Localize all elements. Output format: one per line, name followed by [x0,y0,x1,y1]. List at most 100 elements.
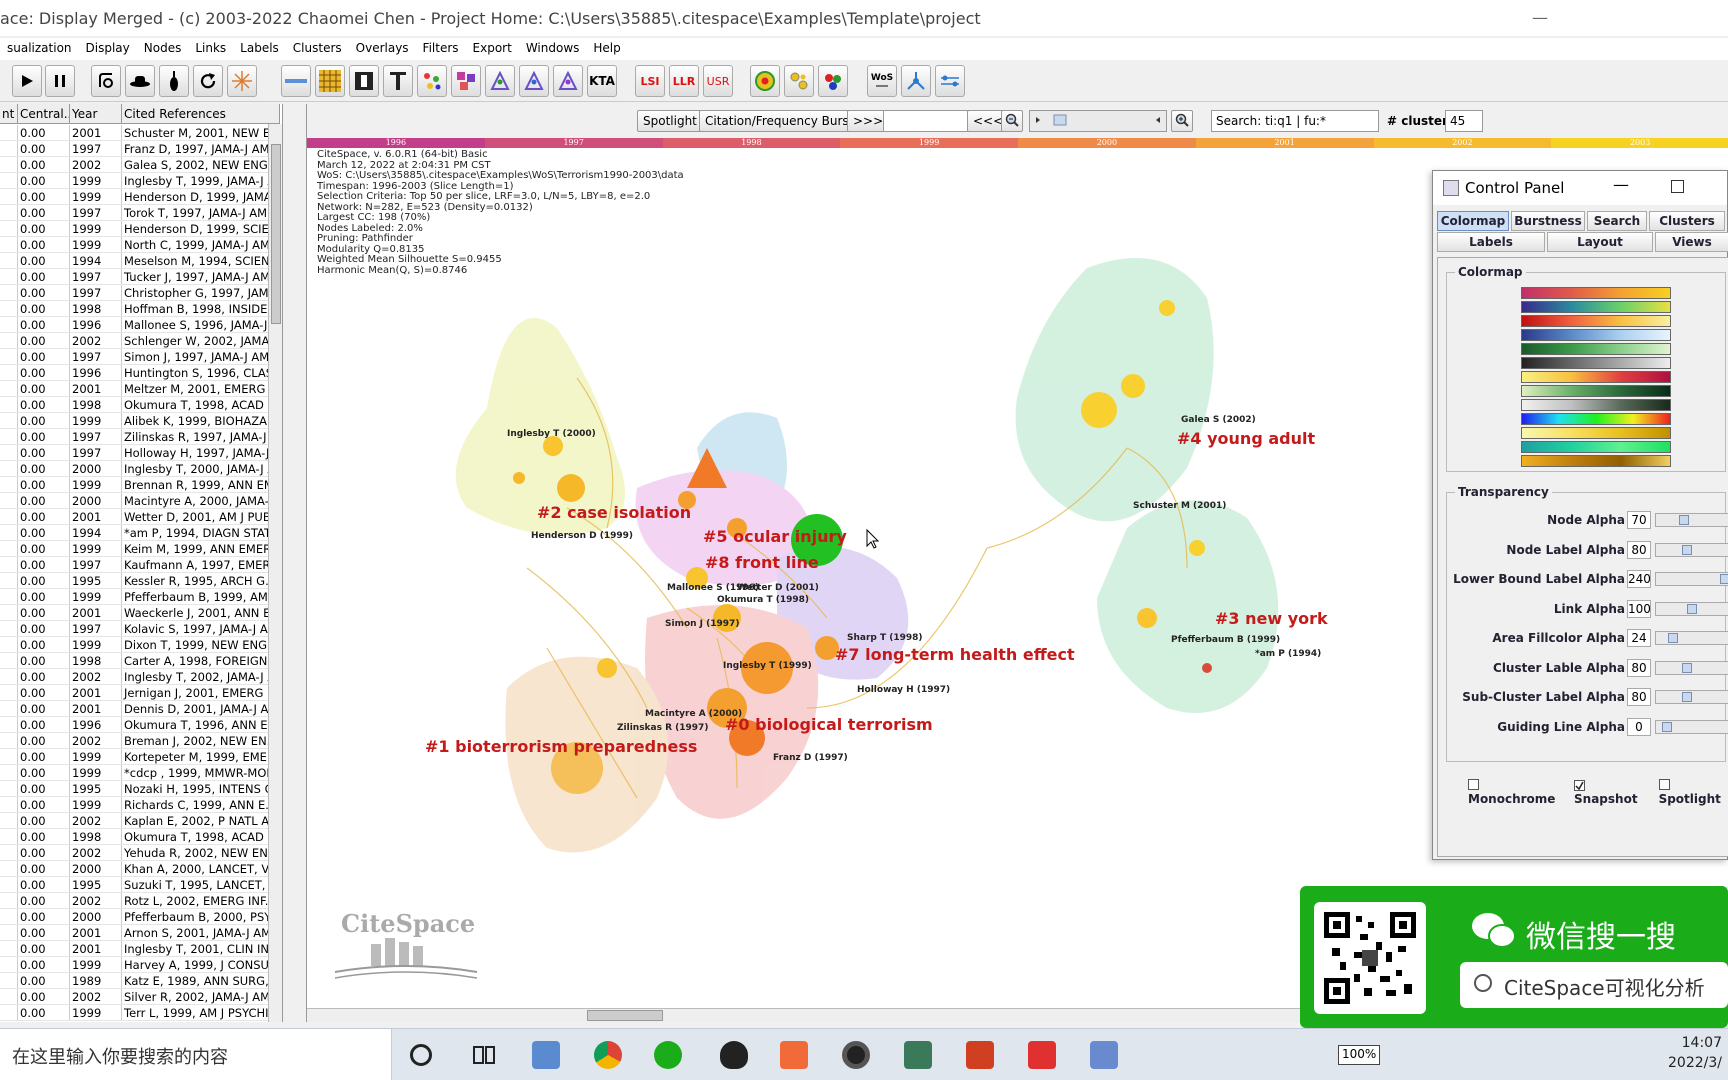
menu-nodes[interactable]: Nodes [137,38,189,60]
slider-thumb[interactable] [1662,721,1672,732]
zoom-out-button[interactable] [1001,110,1023,132]
tab-layout[interactable]: Layout [1547,232,1653,252]
table-row[interactable]: 0.00 1999 Dixon T, 1999, NEW ENGL... [0,637,280,653]
color-circles-button[interactable] [818,65,848,97]
table-row[interactable]: 0.00 2002 Yehuda R, 2002, NEW EN... [0,845,280,861]
table-row[interactable]: 0.00 1999 Keim M, 1999, ANN EMER... [0,541,280,557]
burst-button[interactable]: Citation/Frequency Burst [699,110,860,132]
tree-network-button[interactable] [901,65,931,97]
table-row[interactable]: 0.00 1999 Inglesby T, 1999, JAMA-J A... [0,173,280,189]
slider-thumb[interactable] [1681,544,1692,555]
timeline-button[interactable] [383,65,413,97]
burst-filter-input[interactable] [883,110,971,132]
network-node[interactable] [557,474,585,502]
slider-thumb[interactable] [1686,603,1697,614]
timezone-button[interactable] [349,65,379,97]
monochrome-checkbox[interactable] [1468,779,1479,790]
table-row[interactable]: 0.00 2002 Kaplan E, 2002, P NATL A... [0,813,280,829]
table-row[interactable]: 0.00 2002 Galea S, 2002, NEW ENG... [0,157,280,173]
table-row[interactable]: 0.00 1996 Huntington S, 1996, CLAS... [0,365,280,381]
table-row[interactable]: 0.00 1997 Torok T, 1997, JAMA-J AM ... [0,205,280,221]
table-row[interactable]: 0.00 1999 *cdcp , 1999, MMWR-MOR... [0,765,280,781]
table-row[interactable]: 0.00 2002 Rotz L, 2002, EMERG INF... [0,893,280,909]
network-node[interactable] [1081,392,1117,428]
node-circles-button[interactable] [784,65,814,97]
colormap-option[interactable] [1521,343,1671,355]
network-node[interactable] [1121,374,1145,398]
colormap-option[interactable] [1521,455,1671,467]
snapshot-checkbox[interactable] [1574,780,1586,791]
java-icon[interactable] [966,1041,994,1069]
table-row[interactable]: 0.00 1997 Christopher G, 1997, JAM... [0,285,280,301]
spotlight-button[interactable]: Spotlight [637,110,703,132]
transparency-value-input[interactable]: 80 [1627,540,1651,559]
menu-windows[interactable]: Windows [519,38,587,60]
minimize-button[interactable]: — [1532,8,1548,27]
table-row[interactable]: 0.00 1996 Mallonee S, 1996, JAMA-J ... [0,317,280,333]
wechat-taskbar-icon[interactable] [654,1041,682,1069]
table-row[interactable]: 0.00 2000 Macintyre A, 2000, JAMA-J ... [0,493,280,509]
tab-labels[interactable]: Labels [1437,232,1545,252]
network-node[interactable] [1202,663,1212,673]
menu-help[interactable]: Help [586,38,627,60]
colormap-option[interactable] [1521,329,1671,341]
table-row[interactable]: 0.00 1997 Kaufmann A, 1997, EMER... [0,557,280,573]
table-row[interactable]: 0.00 2001 Dennis D, 2001, JAMA-J A... [0,701,280,717]
slider-thumb[interactable] [1681,692,1692,702]
table-row[interactable]: 0.00 1998 Okumura T, 1998, ACAD E... [0,829,280,845]
ring-button[interactable] [750,65,780,97]
slider-thumb[interactable] [1720,574,1728,584]
column-header-year[interactable]: Year [70,104,122,123]
table-row[interactable]: 0.00 2002 Inglesby T, 2002, JAMA-J A... [0,669,280,685]
table-row[interactable]: 0.00 1994 Meselson M, 1994, SCIEN... [0,253,280,269]
slider-thumb[interactable] [1681,662,1692,673]
transparency-slider[interactable] [1655,690,1728,704]
triangle-network-button-1[interactable] [485,65,515,97]
cluster-map-button[interactable] [451,65,481,97]
app-icon[interactable] [780,1041,808,1069]
colormap-option[interactable] [1521,441,1671,453]
transparency-value-input[interactable]: 80 [1627,688,1651,706]
table-row[interactable]: 0.00 1995 Suzuki T, 1995, LANCET, ... [0,877,280,893]
table-row[interactable]: 0.00 1989 Katz E, 1989, ANN SURG, ... [0,973,280,989]
column-header-centrality[interactable]: Central... [18,104,70,123]
transparency-slider[interactable] [1655,631,1728,645]
table-row[interactable]: 0.00 1998 Okumura T, 1998, ACAD E... [0,397,280,413]
network-node[interactable] [1159,300,1175,316]
tab-clusters[interactable]: Clusters [1649,211,1725,231]
control-panel-maximize-button[interactable] [1671,180,1684,193]
colormap-option[interactable] [1521,371,1671,383]
table-row[interactable]: 0.00 1996 Okumura T, 1996, ANN E... [0,717,280,733]
transparency-value-input[interactable]: 100 [1627,599,1651,618]
network-scroll-thumb[interactable] [587,1010,663,1021]
table-row[interactable]: 0.00 1997 Holloway H, 1997, JAMA-J ... [0,445,280,461]
table-row[interactable]: 0.00 1998 Carter A, 1998, FOREIGN ... [0,653,280,669]
system-clock[interactable]: 14:07 2022/3/ [1668,1033,1722,1073]
transparency-slider[interactable] [1655,719,1728,734]
table-scroll-thumb[interactable] [271,144,281,324]
snapshot-option[interactable]: Snapshot [1574,778,1645,806]
table-row[interactable]: 0.00 2001 Schuster M, 2001, NEW E... [0,125,280,141]
table-row[interactable]: 0.00 2001 Jernigan J, 2001, EMERG ... [0,685,280,701]
table-row[interactable]: 0.00 2001 Inglesby T, 2001, CLIN IN... [0,941,280,957]
table-row[interactable]: 0.00 1995 Nozaki H, 1995, INTENS C... [0,781,280,797]
network-node[interactable] [1137,608,1157,628]
line-button[interactable] [281,65,311,97]
menu-labels[interactable]: Labels [233,38,286,60]
clusters-count-input[interactable]: 45 [1445,110,1483,132]
transparency-value-input[interactable]: 70 [1627,511,1651,529]
tab-views[interactable]: Views [1655,232,1728,252]
colormap-option[interactable] [1521,287,1671,299]
table-scrollbar[interactable] [268,124,282,1022]
table-row[interactable]: 0.00 2001 Wetter D, 2001, AM J PUB... [0,509,280,525]
triangle-network-button-3[interactable] [553,65,583,97]
grid-button[interactable] [315,65,345,97]
menu-display[interactable]: Display [79,38,137,60]
spotlight-checkbox[interactable] [1658,779,1670,790]
battery-indicator[interactable]: 100% [1338,1045,1381,1065]
table-row[interactable]: 0.00 1999 Alibek K, 1999, BIOHAZAR... [0,413,280,429]
table-row[interactable]: 0.00 1999 Harvey A, 1999, J CONSU... [0,957,280,973]
record-icon[interactable] [842,1041,870,1069]
usr-button[interactable]: USR [703,65,733,97]
table-row[interactable]: 0.00 2001 Waeckerle J, 2001, ANN E... [0,605,280,621]
